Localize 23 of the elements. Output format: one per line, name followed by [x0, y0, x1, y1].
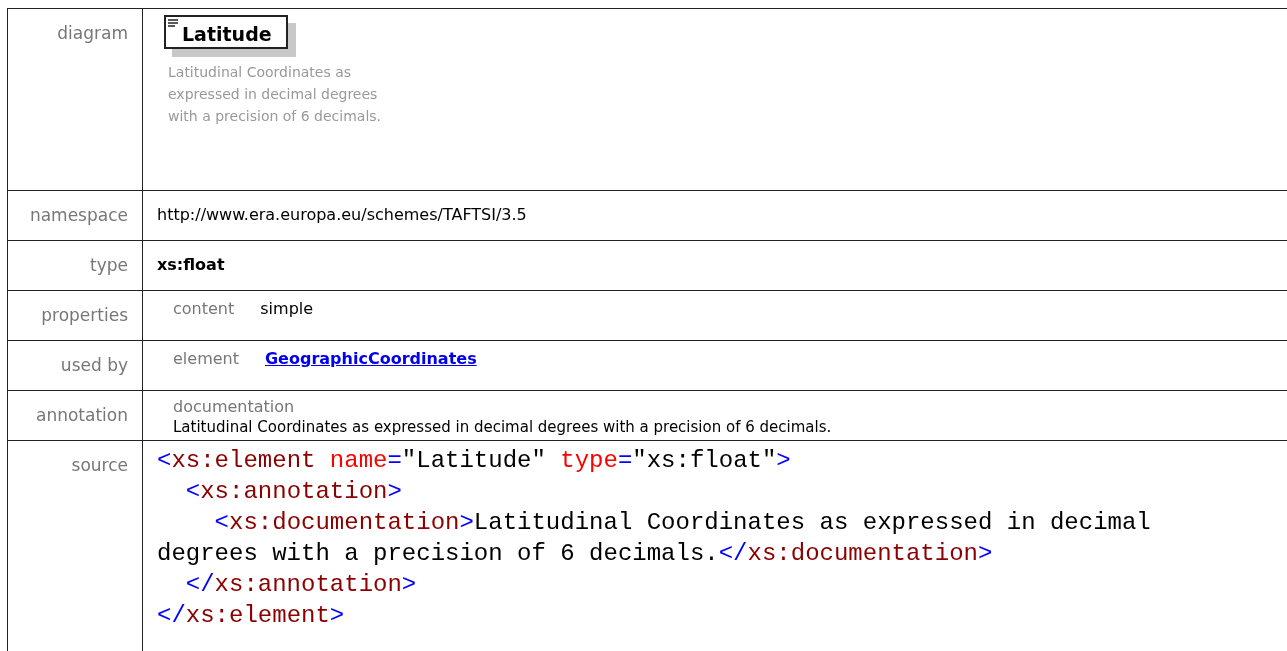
field-value: http://www.era.europa.eu/schemes/TAFTSI/3.5 [157, 205, 527, 224]
row-label: source [71, 455, 128, 475]
lines-icon [168, 19, 178, 27]
property-key: content [173, 299, 235, 318]
code-line: </xs:element> [157, 601, 346, 631]
property-key: element [173, 349, 239, 368]
row-label: properties [41, 305, 128, 325]
code-line: <xs:annotation> [184, 477, 403, 507]
diagram-annotation: Latitudinal Coordinates as expressed in decimal degrees with a precision of 6 decimals. [168, 63, 383, 126]
row-label: annotation [36, 405, 128, 425]
row-label: type [90, 255, 128, 275]
documentation-text: Latitudinal Coordinates as expressed in decimal degrees with a precision of 6 decimals. [173, 418, 833, 436]
code-line: degrees with a precision of 6 decimals.</xs:documentation> [157, 539, 994, 569]
row-label: namespace [29, 205, 128, 225]
row-label: diagram [57, 23, 128, 43]
property-value: simple [260, 299, 314, 318]
field-value: xs:float [157, 255, 225, 274]
code-line: <xs:documentation>Latitudinal Coordinates as expressed in decimal [213, 508, 1152, 538]
code-line: </xs:annotation> [184, 570, 418, 600]
element-link[interactable]: GeographicCoordinates [265, 349, 477, 368]
documentation-heading: documentation [173, 397, 296, 416]
row-label: used by [60, 355, 128, 375]
code-line: <xs:element name="Latitude" type="xs:float"> [157, 446, 792, 476]
